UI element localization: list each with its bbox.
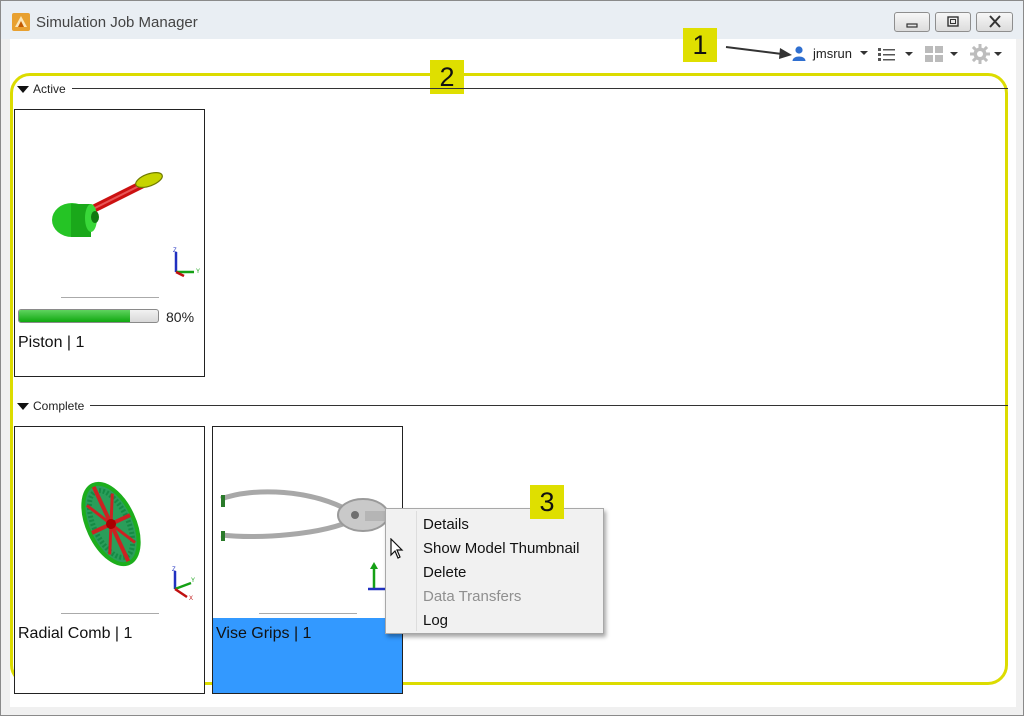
job-card-radial-comb[interactable]: Z Y X Radial Comb | 1 xyxy=(14,426,205,694)
app-icon xyxy=(12,13,30,31)
layout-icon xyxy=(925,46,943,62)
menu-item-details[interactable]: Details xyxy=(423,516,469,533)
chevron-down-icon xyxy=(994,52,1002,56)
settings-menu[interactable] xyxy=(970,44,1003,64)
mouse-cursor-icon xyxy=(390,538,404,559)
svg-text:Y: Y xyxy=(191,578,195,584)
callout-3: 3 xyxy=(530,485,564,519)
job-label: Vise Grips | 1 xyxy=(216,625,312,642)
menu-item-show-model-thumbnail[interactable]: Show Model Thumbnail xyxy=(423,540,579,557)
chevron-down-icon xyxy=(860,51,869,55)
menu-gutter-divider xyxy=(416,511,417,631)
menu-item-data-transfers: Data Transfers xyxy=(423,588,522,605)
svg-text:Z: Z xyxy=(172,567,176,573)
complete-section-header[interactable]: Complete xyxy=(17,399,84,413)
list-view-icon xyxy=(878,48,895,61)
title-bar[interactable]: Simulation Job Manager xyxy=(1,1,1023,39)
active-section-divider xyxy=(72,88,1008,89)
menu-item-log[interactable]: Log xyxy=(423,612,448,629)
job-card-piston[interactable]: Z Y 80% Piston | 1 xyxy=(14,109,205,377)
restore-icon xyxy=(947,16,959,27)
progress-percent: 80% xyxy=(166,309,195,325)
svg-text:Y: Y xyxy=(196,269,200,275)
progress-fill xyxy=(19,310,131,322)
axis-triad-icon: Z Y X xyxy=(172,567,195,601)
scale-bar xyxy=(61,293,159,298)
progress-bar xyxy=(18,309,159,323)
job-label: Radial Comb | 1 xyxy=(18,625,133,642)
list-view-menu[interactable] xyxy=(878,46,914,62)
collapse-triangle-icon xyxy=(17,86,29,93)
scale-bar xyxy=(259,609,357,614)
minimize-icon xyxy=(906,23,918,28)
context-menu: Details Show Model Thumbnail Delete Data… xyxy=(385,508,604,634)
user-name: jmsrun xyxy=(813,45,853,61)
svg-text:X: X xyxy=(189,596,193,601)
job-card-vise-grips[interactable]: Vise Grips | 1 xyxy=(212,426,403,694)
svg-text:Z: Z xyxy=(173,248,177,254)
layout-menu[interactable] xyxy=(925,46,959,62)
callout-1: 1 xyxy=(683,28,717,62)
close-button[interactable] xyxy=(976,12,1013,32)
job-label: Piston | 1 xyxy=(18,334,85,351)
axis-triad-icon: Z Y xyxy=(173,248,200,278)
restore-button[interactable] xyxy=(935,12,971,32)
user-menu[interactable]: jmsrun xyxy=(791,44,869,62)
complete-section-divider xyxy=(90,405,1008,406)
window-title: Simulation Job Manager xyxy=(36,14,198,31)
chevron-down-icon xyxy=(905,52,913,56)
gear-icon xyxy=(970,44,990,64)
active-section-header[interactable]: Active xyxy=(17,82,66,96)
callout-arrow xyxy=(725,46,792,59)
active-section-label: Active xyxy=(33,82,66,96)
menu-item-delete[interactable]: Delete xyxy=(423,564,466,581)
minimize-button[interactable] xyxy=(894,12,930,32)
close-icon xyxy=(988,15,1001,28)
collapse-triangle-icon xyxy=(17,403,29,410)
scale-bar xyxy=(61,609,159,614)
complete-section-label: Complete xyxy=(33,399,85,413)
chevron-down-icon xyxy=(950,52,958,56)
